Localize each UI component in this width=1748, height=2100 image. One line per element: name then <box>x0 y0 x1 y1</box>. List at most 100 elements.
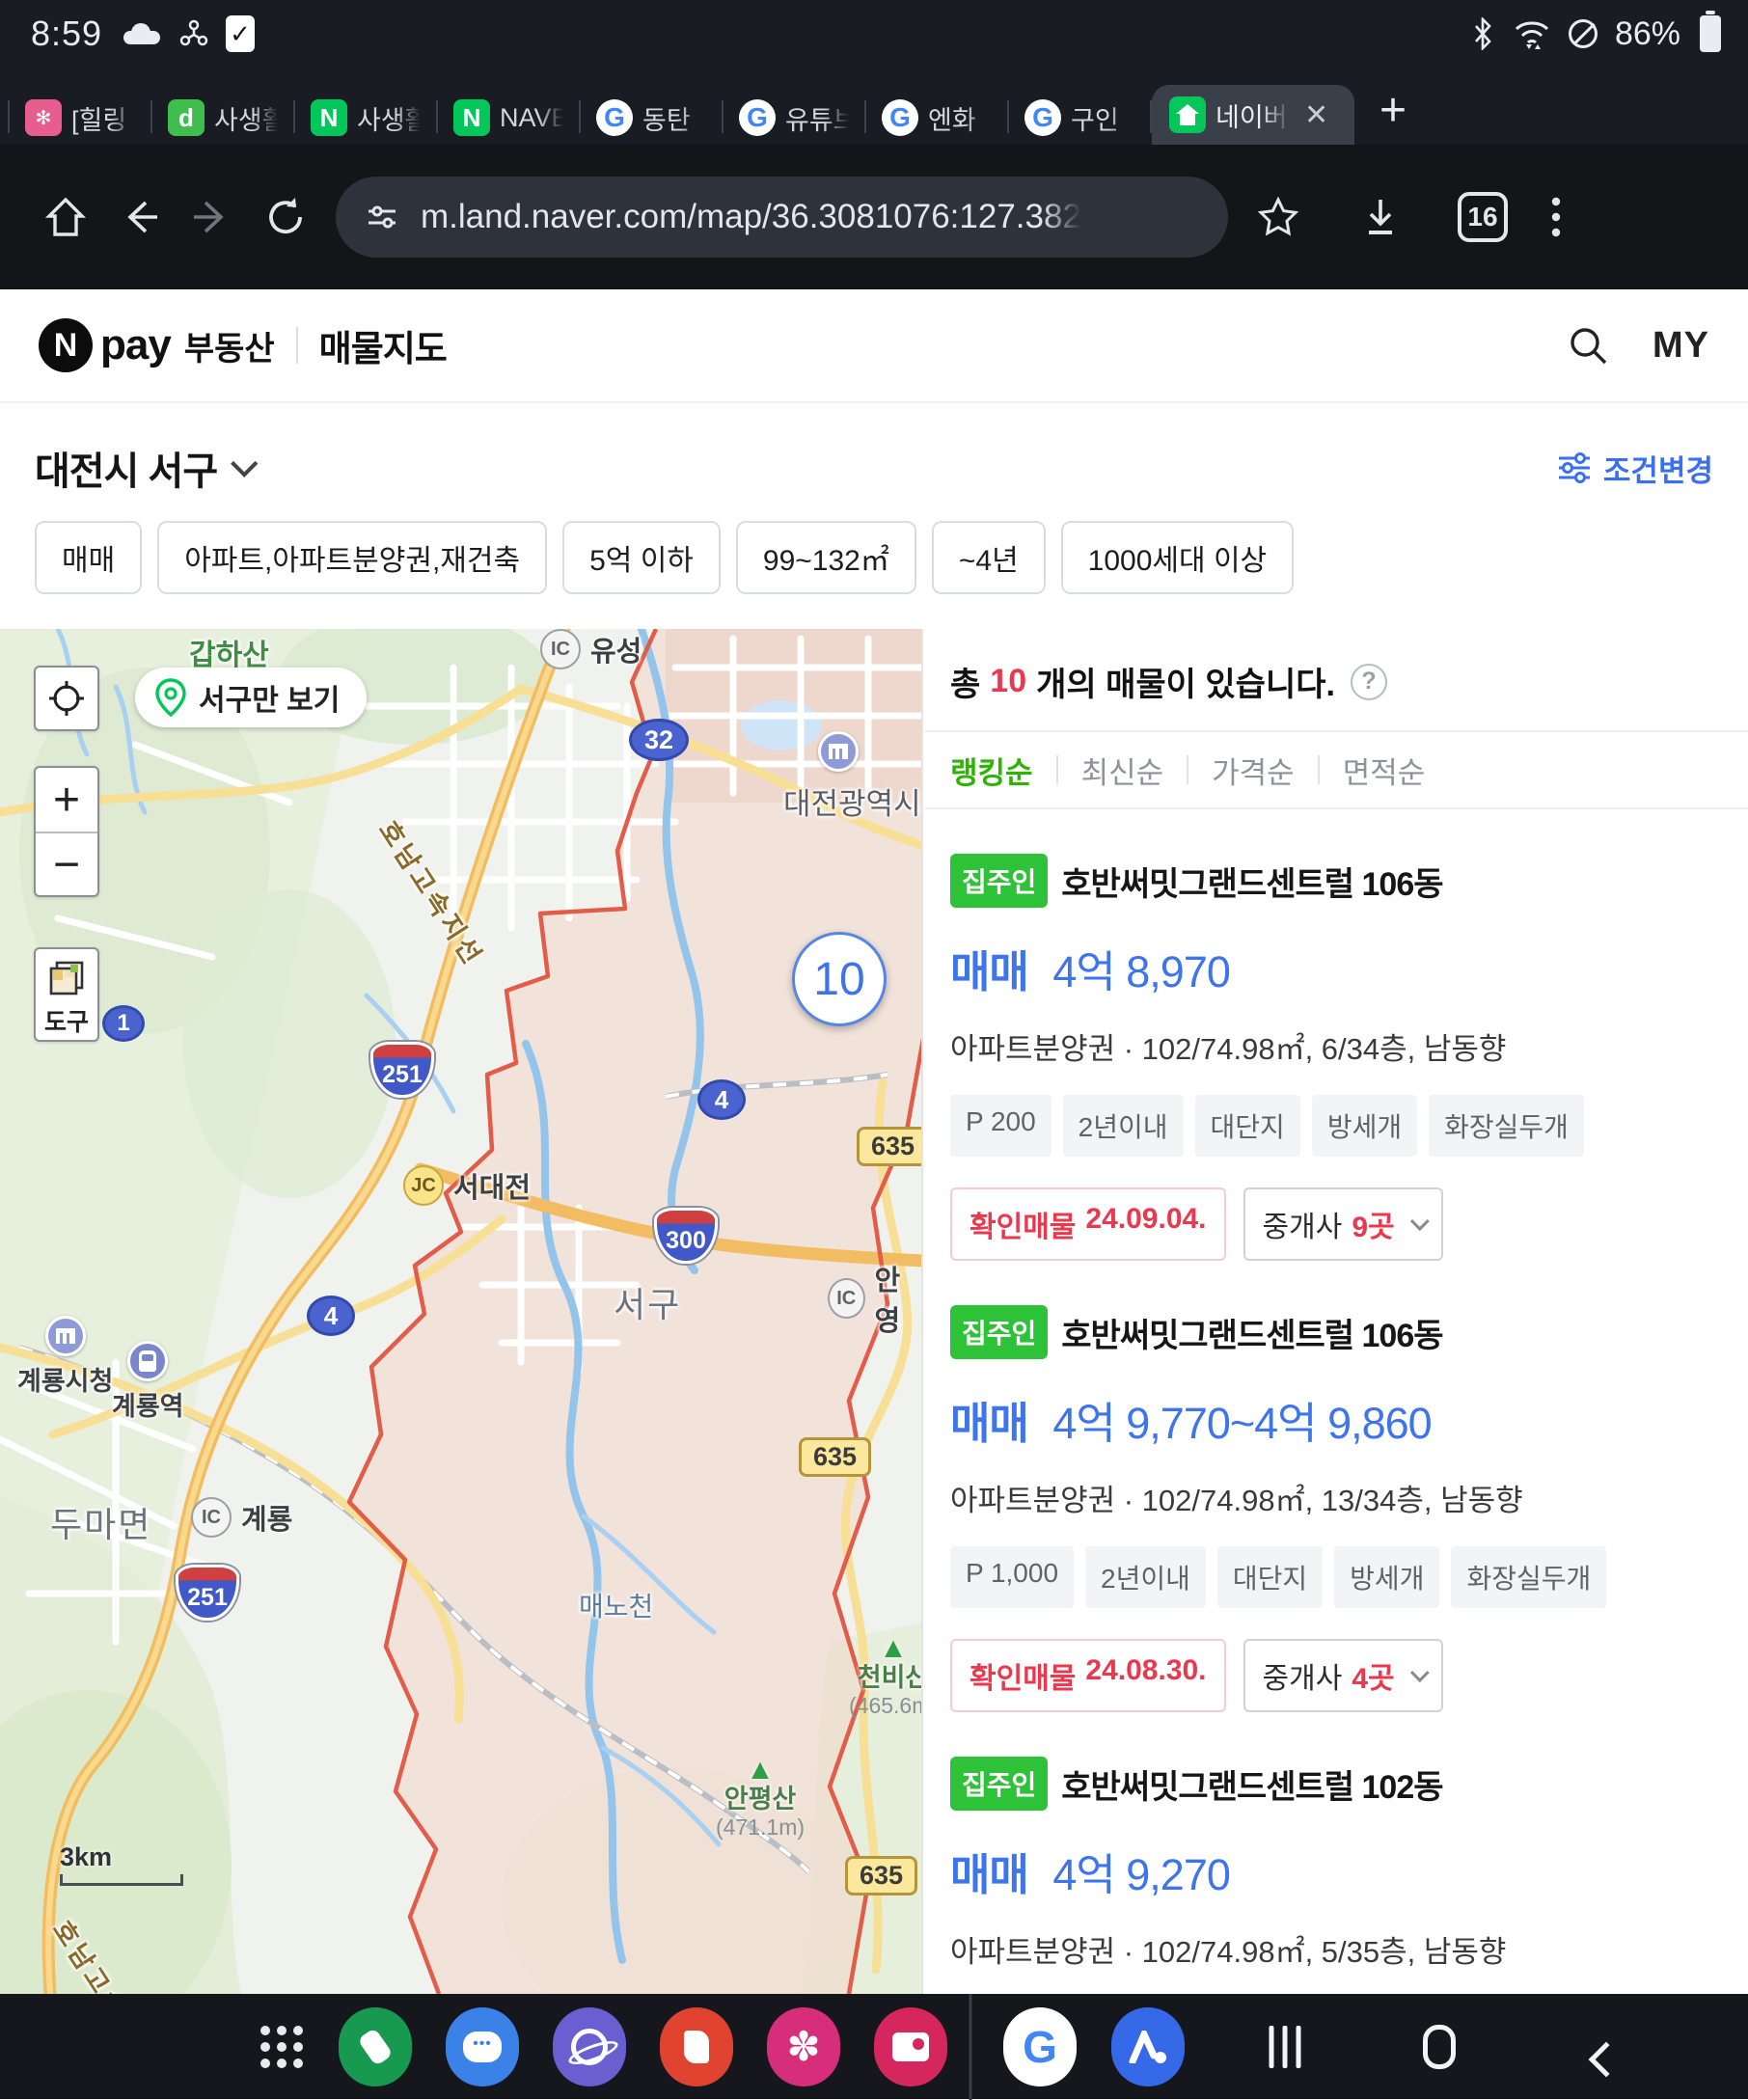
agents-dropdown-button[interactable]: 중개사 9곳 <box>1243 1187 1443 1261</box>
messages-app-icon[interactable] <box>446 2007 519 2086</box>
realestate-section-label[interactable]: 부동산 <box>184 322 275 369</box>
browser-tab-6[interactable]: G 유튜브 <box>724 91 864 145</box>
forward-button[interactable] <box>176 180 249 254</box>
view-only-region-button[interactable]: 서구만 보기 <box>135 668 367 727</box>
menu-kebab-button[interactable] <box>1519 180 1593 254</box>
browser-tab-1[interactable]: ✻ [힐링 <box>10 91 150 145</box>
train-station-icon <box>127 1341 168 1381</box>
zoom-out-button[interactable]: − <box>36 832 97 895</box>
tab-close-icon[interactable]: ✕ <box>1304 98 1328 132</box>
browser-tab-4[interactable]: N NAVER <box>438 91 579 145</box>
browser-tab-2[interactable]: d 사생활 <box>152 91 293 145</box>
home-button-android[interactable] <box>1423 2025 1456 2069</box>
naver-land-favicon <box>1169 96 1206 133</box>
android-bottom-nav: ✽ G <box>0 1994 1748 2099</box>
weather-cloud-icon <box>120 23 162 44</box>
flower-app-icon[interactable]: ✽ <box>767 2007 840 2086</box>
my-menu-button[interactable]: MY <box>1652 325 1709 367</box>
listing-detail: 아파트분양권 · 102/74.98㎡, 13/34층, 남동향 <box>950 1476 1723 1519</box>
browser-tab-3[interactable]: N 사생활 <box>295 91 436 145</box>
agents-dropdown-button[interactable]: 중개사 4곳 <box>1243 1639 1443 1712</box>
reload-button[interactable] <box>249 180 322 254</box>
chevron-down-icon <box>1410 1663 1430 1682</box>
filter-chip-area[interactable]: 99~132㎡ <box>736 521 916 594</box>
search-icon[interactable] <box>1566 323 1610 368</box>
site-settings-tune-icon[interactable] <box>365 200 399 234</box>
home-button[interactable] <box>29 180 102 254</box>
url-bar[interactable]: m.land.naver.com/map/36.3081076:127.382 <box>336 177 1228 258</box>
region-selector[interactable]: 대전시 서구 <box>35 440 250 496</box>
tag: 방세개 <box>1334 1546 1439 1608</box>
listing-title[interactable]: 호반써밋그랜드센트럴 106동 <box>1061 1309 1442 1356</box>
filter-chip-age[interactable]: ~4년 <box>932 521 1046 594</box>
map-zoom-controls: + − <box>34 766 99 897</box>
naver-land-app-icon[interactable] <box>1111 2007 1185 2086</box>
listing-title[interactable]: 호반써밋그랜드센트럴 106동 <box>1061 858 1442 905</box>
filter-chip-trade-type[interactable]: 매매 <box>35 521 142 594</box>
browser-tab-active-naver-land[interactable]: 네이버 ✕ <box>1152 85 1354 145</box>
current-location-button[interactable] <box>34 666 99 731</box>
tab-switcher-button[interactable]: 16 <box>1446 180 1519 254</box>
browser-tab-8[interactable]: G 구인 <box>1009 91 1150 145</box>
filter-chip-households[interactable]: 1000세대 이상 <box>1061 521 1294 594</box>
map-canvas[interactable]: 갑하산 (468.7m) IC 유성 대전광역시 호남고속지선 호남고속지선 3… <box>0 629 923 1994</box>
google-favicon: G <box>739 99 776 136</box>
sort-ranking[interactable]: 랭킹순 <box>950 749 1033 792</box>
browser-tab-5[interactable]: G 동탄 <box>581 91 722 145</box>
status-time: 8:59 <box>31 14 102 54</box>
zoom-in-button[interactable]: + <box>36 768 97 832</box>
tag: 대단지 <box>1217 1546 1323 1608</box>
browser-tab-7[interactable]: G 엔화 <box>866 91 1007 145</box>
listing-card[interactable]: 집주인 호반써밋그랜드센트럴 106동 매매 4억 9,770~4억 9,860… <box>925 1261 1748 1712</box>
map-tools-button[interactable]: 도구 <box>34 947 99 1042</box>
listing-card[interactable]: 집주인 호반써밋그랜드센트럴 106동 매매 4억 8,970 아파트분양권 ·… <box>925 809 1748 1261</box>
listing-tags: P 200 2년이내 대단지 방세개 화장실두개 <box>950 1095 1723 1157</box>
daum-favicon: d <box>168 99 205 136</box>
map-ic-gyeryong: IC 계룡 <box>191 1497 292 1538</box>
listings-summary: 총 10 개의 매물이 있습니다. ? <box>925 629 1748 732</box>
new-tab-button[interactable]: + <box>1379 84 1407 137</box>
confirmed-listing-button[interactable]: 확인매물 24.08.30. <box>950 1639 1226 1712</box>
filter-sliders-icon <box>1557 451 1592 484</box>
naver-favicon: N <box>311 99 347 136</box>
listing-card[interactable]: 집주인 호반써밋그랜드센트럴 102동 매매 4억 9,270 아파트분양권 ·… <box>925 1712 1748 1994</box>
listing-detail: 아파트분양권 · 102/74.98㎡, 6/34층, 남동향 <box>950 1024 1723 1068</box>
filter-chip-price[interactable]: 5억 이하 <box>562 521 721 594</box>
government-building-icon <box>818 731 859 772</box>
google-app-icon[interactable]: G <box>1003 2007 1077 2086</box>
map-poi-gyeryong-cityhall: 계룡시청 <box>17 1316 113 1398</box>
help-icon[interactable]: ? <box>1351 664 1387 700</box>
map-poi-gyeryong-station: 계룡역 <box>112 1341 184 1423</box>
back-button[interactable] <box>102 180 176 254</box>
phone-app-icon[interactable] <box>339 2007 412 2086</box>
sort-area[interactable]: 면적순 <box>1343 749 1426 792</box>
tag: P 200 <box>950 1095 1052 1157</box>
header-divider <box>296 327 298 364</box>
samsung-internet-app-icon[interactable] <box>553 2007 626 2086</box>
page-title: 매물지도 <box>319 319 447 371</box>
recent-apps-button[interactable] <box>1270 2026 1301 2068</box>
confirmed-listing-button[interactable]: 확인매물 24.09.04. <box>950 1187 1226 1261</box>
naver-pay-logo-icon[interactable]: N <box>39 318 93 372</box>
map-listing-cluster-marker[interactable]: 10 <box>792 932 887 1026</box>
map-jc-seodaejeon: JC 서대전 <box>403 1165 531 1206</box>
red-app-icon[interactable] <box>660 2007 733 2086</box>
back-button-android[interactable] <box>1589 2041 1625 2077</box>
filter-chip-property-type[interactable]: 아파트,아파트분양권,재건축 <box>157 521 547 594</box>
apps-grid-icon[interactable] <box>260 2026 303 2068</box>
sort-newest[interactable]: 최신순 <box>1081 749 1164 792</box>
trade-type: 매매 <box>950 1850 1028 1899</box>
bookmark-star-button[interactable] <box>1242 180 1315 254</box>
sort-price[interactable]: 가격순 <box>1212 749 1295 792</box>
url-text[interactable]: m.land.naver.com/map/36.3081076:127.382 <box>421 198 1081 236</box>
filter-chips-row: 매매 아파트,아파트분양권,재건축 5억 이하 99~132㎡ ~4년 1000… <box>0 517 1748 629</box>
camera-app-icon[interactable] <box>874 2007 947 2086</box>
google-favicon: G <box>882 99 918 136</box>
download-button[interactable] <box>1344 180 1417 254</box>
map-label-maenocheon: 매노천 <box>579 1586 653 1624</box>
listings-panel[interactable]: 총 10 개의 매물이 있습니다. ? 랭킹순 최신순 가격순 면적순 집주인 … <box>925 629 1748 1994</box>
naver-pay-logo-text[interactable]: pay <box>100 321 171 369</box>
dock-divider <box>970 1994 972 2100</box>
listing-title[interactable]: 호반써밋그랜드센트럴 102동 <box>1061 1760 1442 1808</box>
condition-change-button[interactable]: 조건변경 <box>1557 447 1713 490</box>
